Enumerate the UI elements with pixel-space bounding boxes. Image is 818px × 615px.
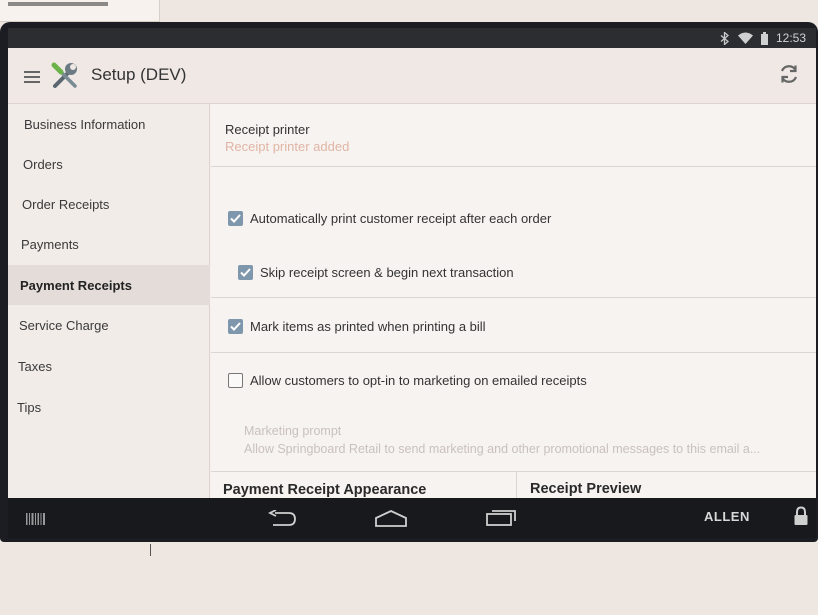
battery-icon [760, 31, 768, 45]
mark-printed-option[interactable]: Mark items as printed when printing a bi… [228, 319, 486, 334]
sidebar-item-label: Business Information [24, 116, 146, 132]
divider [211, 297, 816, 298]
app-bar: Setup (DEV) [8, 48, 816, 104]
paper-note [0, 0, 160, 22]
checkbox-unchecked[interactable] [228, 373, 243, 388]
settings-panel: Receipt printer Receipt printer added Au… [211, 104, 816, 498]
checkbox-checked[interactable] [228, 211, 243, 226]
tools-logo-icon [50, 61, 80, 91]
mark-printed-label: Mark items as printed when printing a bi… [250, 319, 486, 334]
status-bar: 12:53 [8, 28, 816, 48]
auto-print-label: Automatically print customer receipt aft… [250, 211, 552, 226]
sidebar-item-service-charge[interactable]: Service Charge [8, 305, 210, 345]
receipt-preview-heading: Receipt Preview [530, 481, 642, 497]
sidebar-item-order-receipts[interactable]: Order Receipts [8, 184, 210, 224]
divider [211, 352, 816, 353]
sidebar-item-business-information[interactable]: Business Information [8, 104, 210, 144]
user-name[interactable]: ALLEN [704, 509, 750, 524]
divider [211, 166, 816, 167]
navigation-bar: ALLEN [8, 498, 816, 538]
marketing-prompt-text: Allow Springboard Retail to send marketi… [244, 442, 761, 456]
page-title: Setup (DEV) [91, 65, 187, 84]
back-icon[interactable] [267, 509, 297, 531]
payment-receipt-appearance-heading: Payment Receipt Appearance [223, 482, 427, 498]
checkbox-checked[interactable] [238, 265, 253, 280]
sidebar-item-label: Payments [21, 236, 79, 252]
receipt-printer-status: Receipt printer added [225, 139, 350, 154]
sidebar-item-tips[interactable]: Tips [8, 387, 210, 427]
sidebar-item-label: Tips [17, 399, 42, 415]
table-mark [150, 544, 151, 556]
receipt-printer-title: Receipt printer [225, 122, 310, 137]
barcode-icon[interactable] [26, 512, 46, 530]
sidebar-item-label: Service Charge [19, 317, 109, 333]
marketing-prompt-title: Marketing prompt [244, 424, 342, 438]
sidebar-item-label: Taxes [18, 358, 52, 374]
auto-print-option[interactable]: Automatically print customer receipt aft… [228, 211, 551, 226]
refresh-icon[interactable] [778, 63, 800, 85]
tablet-screen: 12:53 Setup (DEV) Business Information O… [8, 28, 816, 538]
marketing-prompt-setting: Marketing prompt Allow Springboard Retai… [211, 416, 816, 456]
sidebar-item-payments[interactable]: Payments [8, 224, 210, 264]
divider [211, 471, 816, 472]
menu-icon[interactable] [24, 70, 40, 83]
sidebar-item-label: Orders [23, 156, 63, 172]
bluetooth-icon [720, 31, 730, 45]
marketing-opt-in-label: Allow customers to opt-in to marketing o… [250, 373, 587, 388]
skip-receipt-label: Skip receipt screen & begin next transac… [260, 265, 514, 280]
status-time: 12:53 [775, 31, 806, 45]
receipt-printer-setting[interactable]: Receipt printer Receipt printer added [211, 104, 816, 166]
column-divider [516, 471, 517, 498]
sidebar-item-label: Payment Receipts [20, 277, 132, 293]
lock-icon[interactable] [793, 506, 809, 531]
marketing-opt-in-option[interactable]: Allow customers to opt-in to marketing o… [228, 373, 587, 388]
sidebar-item-orders[interactable]: Orders [8, 144, 210, 184]
sidebar: Business Information Orders Order Receip… [8, 104, 210, 498]
checkbox-checked[interactable] [228, 319, 243, 334]
home-icon[interactable] [374, 509, 408, 532]
wifi-icon [737, 32, 753, 44]
sidebar-item-taxes[interactable]: Taxes [8, 346, 210, 386]
sidebar-item-payment-receipts[interactable]: Payment Receipts [8, 265, 210, 305]
recents-icon[interactable] [485, 508, 517, 531]
skip-receipt-option[interactable]: Skip receipt screen & begin next transac… [238, 265, 514, 280]
sidebar-item-label: Order Receipts [22, 196, 110, 212]
